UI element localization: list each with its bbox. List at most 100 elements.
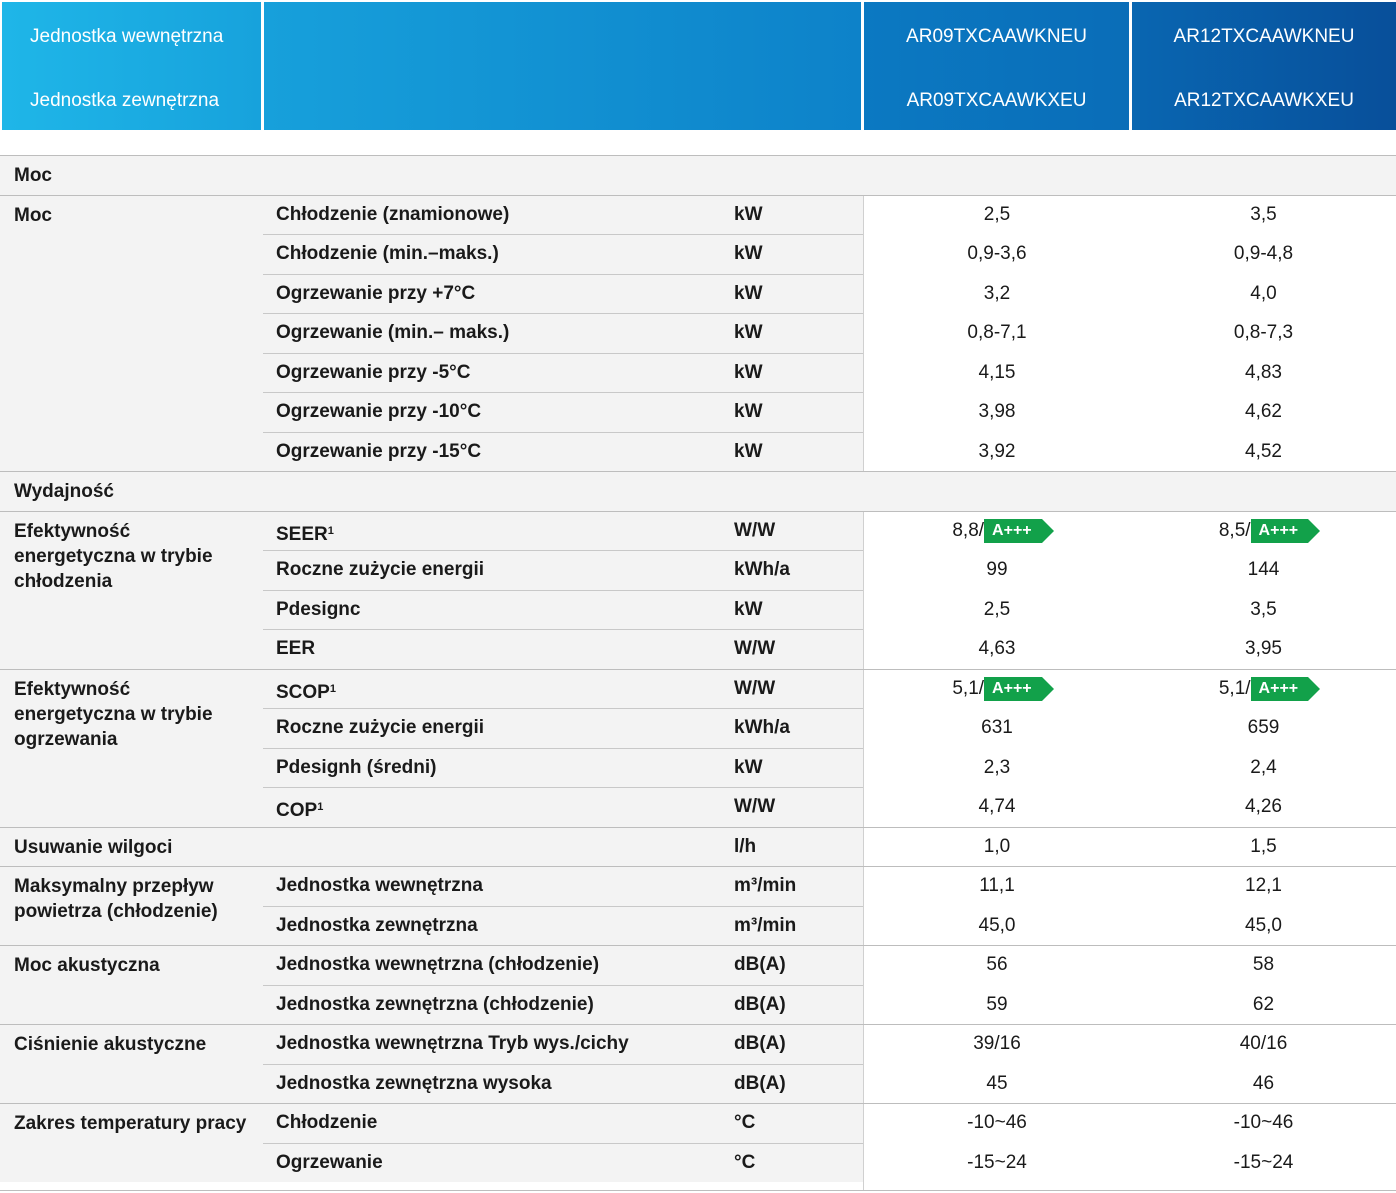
value-model2: 62 [1131,985,1396,1025]
table-row: Jednostka zewnętrzna (chłodzenie) dB(A) 59… [0,985,1396,1025]
unit: kW [734,282,763,304]
parameter-text: Ogrzewanie przy -5°C [276,361,471,383]
value-model2: 2,4 [1131,748,1396,788]
parameter-text: Pdesignh (średni) [276,756,437,778]
parameter-name: Pdesignh (średni) [276,748,436,788]
value-text: 0,8-7,1 [967,322,1027,343]
header-indoor-label: Jednostka wewnętrzna [30,26,224,47]
unit: l/h [734,835,757,857]
parameter-text: Jednostka wewnętrzna Tryb wys./cichy [276,1033,629,1054]
value-text: 631 [981,717,1013,738]
value-text: 12,1 [1245,875,1282,896]
value-text: 3,98 [978,401,1016,422]
parameter-text: Chłodzenie (znamionowe) [276,203,510,225]
value-model2: 58 [1131,945,1396,985]
energy-class-badge: A+++ [984,676,1054,701]
value-text: 2,5 [983,203,1011,225]
value-model2: 46 [1131,1064,1396,1104]
value-model1: 2,5 [864,195,1130,235]
unit: m³/min [734,875,797,896]
value-model1: -15~24 [864,1143,1130,1183]
parameter-text: Ogrzewanie przy -15°C [276,440,482,462]
value-text: 4,62 [1245,401,1282,422]
table-header: Jednostka wewnętrzna Jednostka zewnętrzn… [0,0,1396,133]
value-text: 45,0 [1245,914,1282,936]
unit: kW [734,203,763,225]
value-text: 46 [1252,1072,1275,1094]
parameter-name: Ogrzewanie przy +7°C [276,274,475,314]
value-text: 1,5 [1250,835,1277,857]
value-model2: 45,0 [1131,906,1396,946]
section-wydajnosc: Wydajność [0,471,1396,512]
footnote-marker: 1 [317,801,324,813]
parameter-text: Roczne zużycie energii [276,559,485,580]
table-row: Pdesignc kW 2,5 3,5 [0,590,1396,630]
model1-indoor: AR09TXCAAWKNEU [906,26,1087,47]
table-row: Pdesignh (średni) kW 2,3 2,4 [0,748,1396,788]
value-model2: 3,5 [1131,590,1396,630]
value-text: 3,5 [1250,203,1277,225]
value-model2: 3,5 [1131,195,1396,235]
unit: kW [734,598,763,620]
parameter-text: Ogrzewanie [276,1151,383,1173]
value-model1: 4,63 [864,629,1130,669]
value-text: 4,26 [1245,796,1282,817]
table-row: Jednostka wewnętrzna Tryb wys./cichy dB(A… [0,1024,1396,1064]
unit: kWh/a [734,717,790,738]
value-model2: 144 [1131,550,1396,590]
unit: dB(A) [734,993,786,1015]
unit: kW [734,322,763,343]
table-row: SCOP1 W/W 5,1/A+++ 5,1/A+++ [0,669,1396,709]
value-text: 0,9-4,8 [1233,243,1294,264]
value-model1: 5,1/A+++ [864,669,1130,709]
value-model1: 0,8-7,1 [864,313,1130,353]
value-model1: 3,2 [864,274,1130,314]
unit: W/W [734,638,776,659]
unit: kW [734,401,763,422]
model1-outdoor: AR09TXCAAWKXEU [906,90,1087,111]
value-model1: 59 [864,985,1130,1025]
parameter-text: Roczne zużycie energii [276,717,485,738]
value-text: 659 [1247,717,1280,738]
header-model2-cell: AR12TXCAAWKNEU AR12TXCAAWKXEU [1132,2,1396,130]
value-text: 59 [986,993,1008,1015]
value-model1: 0,9-3,6 [864,234,1130,274]
parameter-text: SCOP [276,681,330,703]
value-text: -10~46 [1233,1112,1294,1133]
table-row: Ogrzewanie przy +7°C kW 3,2 4,0 [0,274,1396,314]
value-model1: 45,0 [864,906,1130,946]
parameter-text: COP [276,800,318,821]
value-text: 56 [986,954,1008,975]
value-text: 5,1/ [1218,677,1251,699]
parameter-text: Ogrzewanie przy -10°C [276,401,482,422]
value-text: 2,4 [1250,756,1277,778]
value-text: 4,63 [978,638,1016,659]
unit: W/W [734,519,776,541]
value-model1: 1,0 [864,827,1130,867]
value-text: 39/16 [973,1033,1021,1054]
parameter-text: Ogrzewanie przy +7°C [276,282,476,304]
table-row: Roczne zużycie energii kWh/a 99 144 [0,550,1396,590]
table-row: SEER1 W/W 8,8/A+++ 8,5/A+++ [0,511,1396,551]
value-model2: -15~24 [1131,1143,1396,1183]
parameter-name: COP1 [276,787,323,831]
value-model2: 659 [1131,708,1396,748]
table-row: Chłodzenie (min.–maks.) kW 0,9-3,6 0,9-4,8 [0,234,1396,274]
energy-class-badge: A+++ [1250,518,1320,543]
value-model2: 4,62 [1131,392,1396,432]
table-row: Jednostka wewnętrzna m³/min 11,1 12,1 [0,866,1396,906]
model2-outdoor: AR12TXCAAWKXEU [1174,90,1354,111]
footnote-marker: 1 [327,524,334,537]
parameter-name: Jednostka wewnętrzna (chłodzenie) [276,945,599,985]
value-text: 45 [986,1072,1008,1094]
value-model1: 4,15 [864,353,1130,393]
table-row: Ogrzewanie przy -5°C kW 4,15 4,83 [0,353,1396,393]
value-model1: 8,8/A+++ [864,511,1130,551]
table-row: Jednostka zewnętrzna wysoka dB(A) 45 46 [0,1064,1396,1104]
section-moc: Moc [0,155,1396,196]
parameter-text: Pdesignc [276,598,361,620]
header-spacer-cell [264,2,861,130]
parameter-text: Chłodzenie [276,1112,378,1133]
value-model2: 3,95 [1131,629,1396,669]
value-model1: 56 [864,945,1130,985]
